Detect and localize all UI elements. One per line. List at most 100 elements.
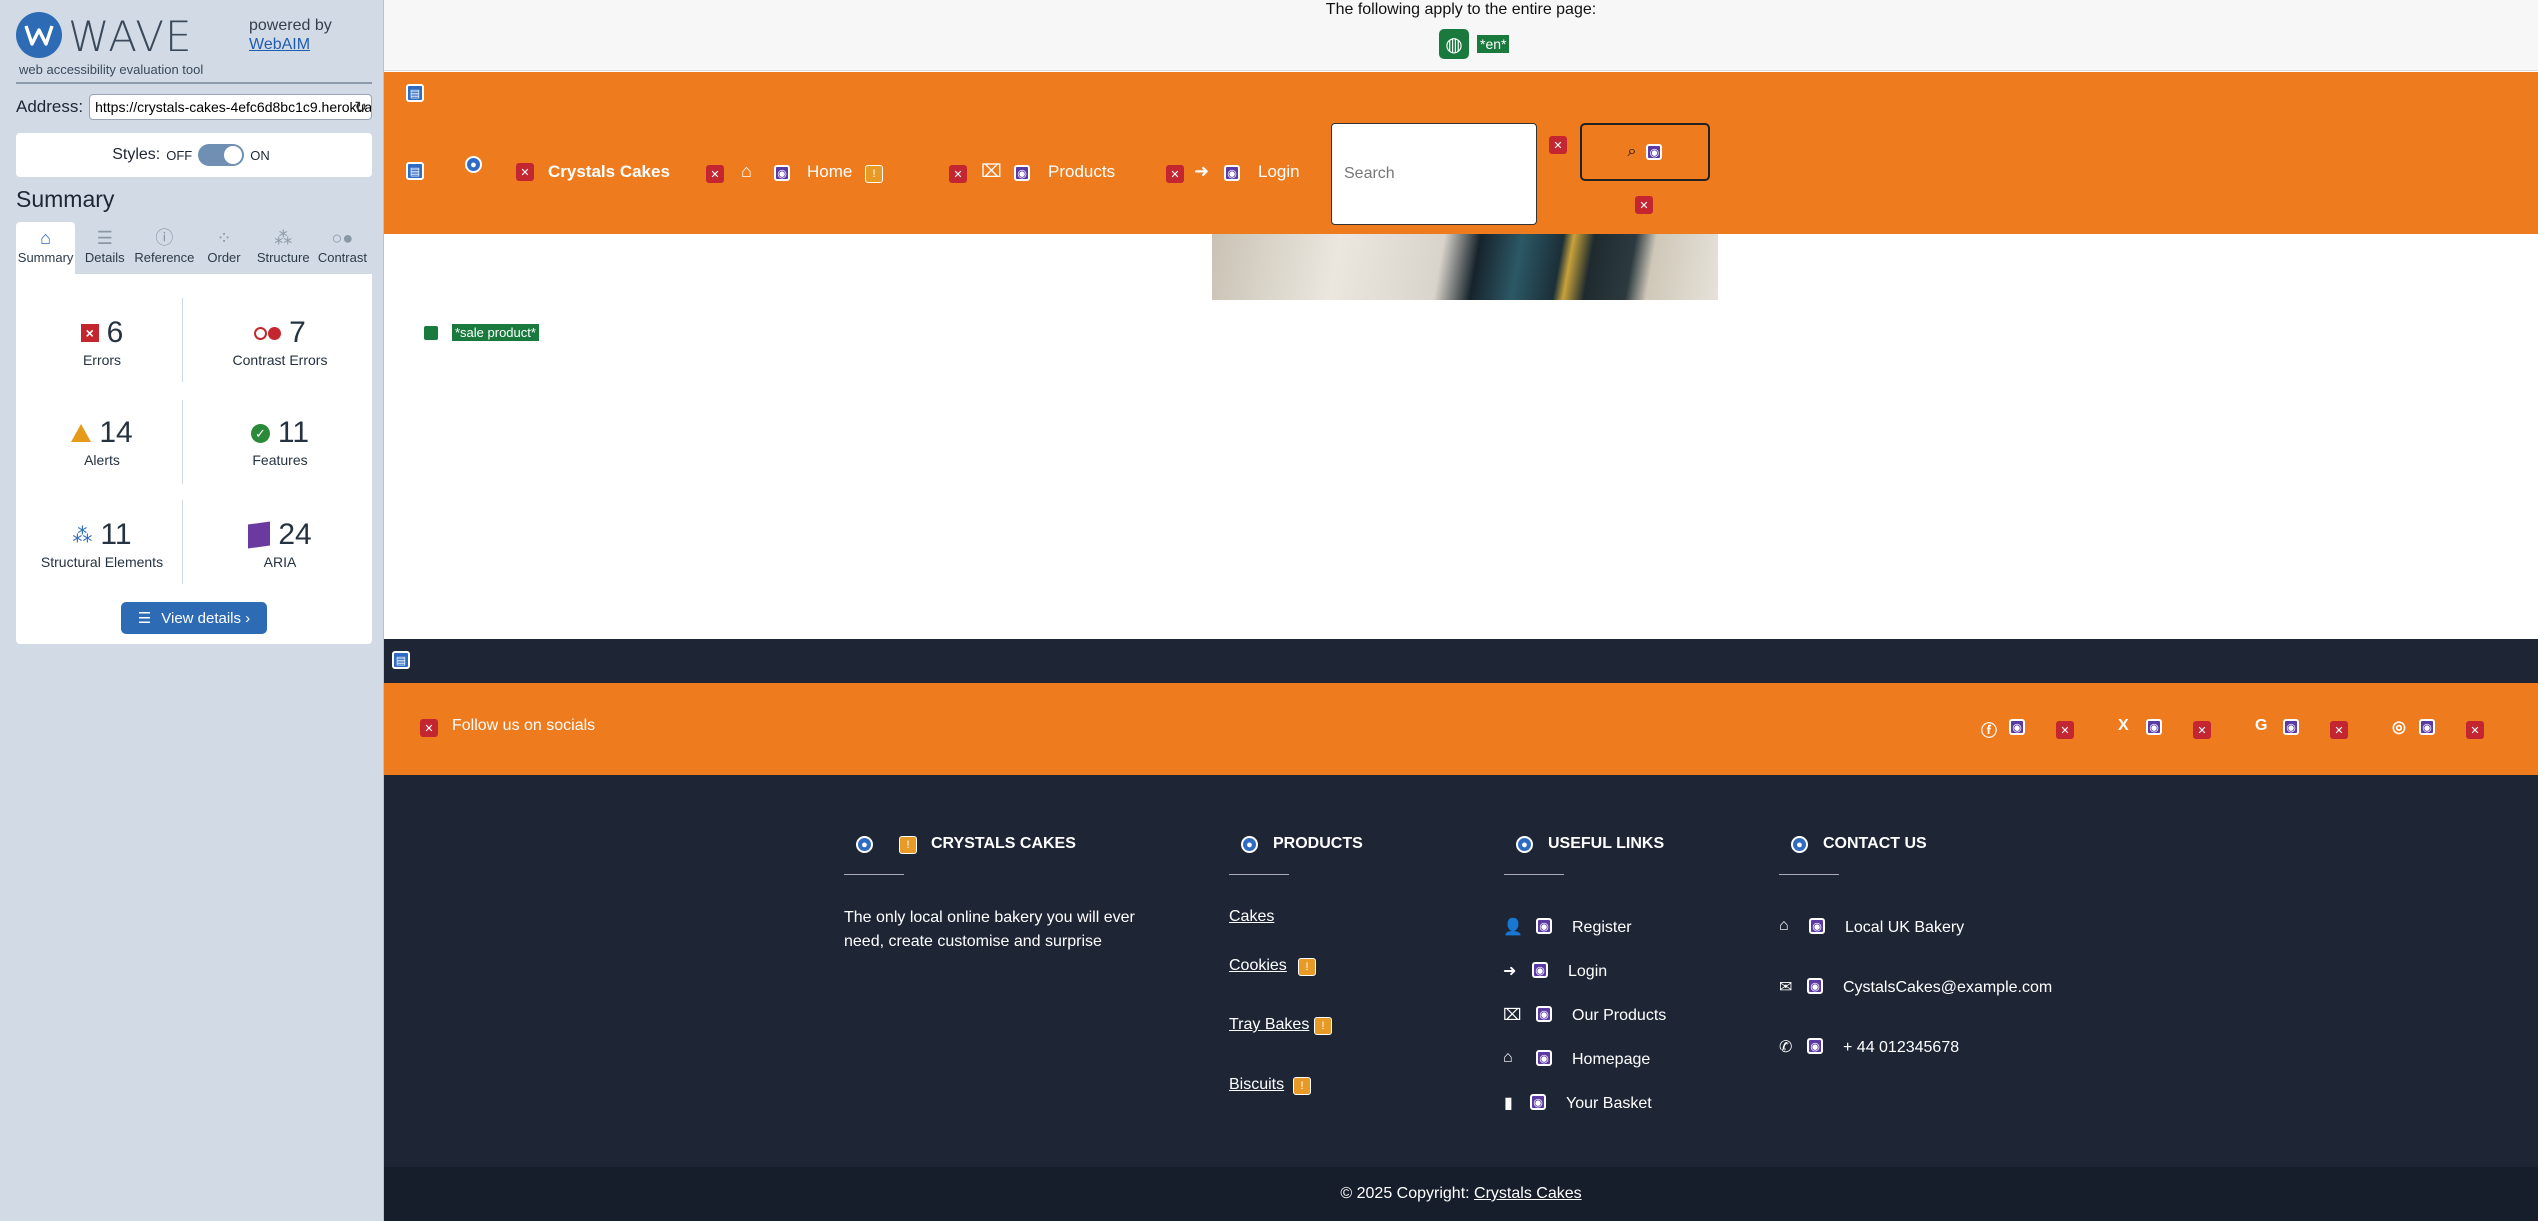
- col4-region-icon[interactable]: ●: [1791, 836, 1808, 853]
- tab-reference[interactable]: ⓘ Reference: [134, 222, 194, 274]
- search-aria-icon[interactable]: ◉: [1646, 144, 1663, 160]
- footer-link-homepage[interactable]: Homepage: [1572, 1048, 1650, 1072]
- facebook-error-icon[interactable]: ✕: [2056, 721, 2074, 739]
- contact-location: Local UK Bakery: [1845, 919, 1965, 936]
- summary-panel: × 6 Errors 7 Contrast Errors 14 Alerts ✓ 1…: [16, 274, 372, 644]
- language-tag: *en*: [1477, 35, 1510, 53]
- register-aria-icon[interactable]: ◉: [1536, 918, 1552, 934]
- login-aria-icon[interactable]: ◉: [1532, 962, 1548, 978]
- tray-bakes-alert-icon[interactable]: !: [1314, 1017, 1332, 1035]
- home-icon: ⌂: [741, 161, 752, 181]
- footer-link-our-products[interactable]: Our Products: [1572, 1004, 1666, 1028]
- contrast-error-icon: [254, 326, 282, 340]
- store-icon: ⌧: [1503, 1007, 1522, 1024]
- google-error-icon[interactable]: ✕: [2330, 721, 2348, 739]
- structural-count: 11: [100, 518, 132, 551]
- search-input[interactable]: Search: [1331, 123, 1537, 225]
- view-details-button[interactable]: ☰ View details ›: [121, 602, 267, 634]
- tab-order[interactable]: ⁘ Order: [194, 222, 253, 274]
- x-twitter-icon[interactable]: X: [2118, 717, 2129, 735]
- email-aria-icon[interactable]: ◉: [1807, 978, 1823, 994]
- col1-alert-icon[interactable]: !: [899, 836, 917, 854]
- tab-label: Details: [84, 250, 125, 265]
- col1-region-icon[interactable]: ●: [856, 836, 873, 853]
- sale-product-tag: *sale product*: [452, 324, 539, 341]
- products-error-icon[interactable]: ✕: [949, 165, 967, 183]
- brand-error-icon[interactable]: ✕: [516, 163, 534, 181]
- styles-toggle[interactable]: [198, 144, 245, 166]
- nav-region-icon[interactable]: ●: [465, 156, 482, 173]
- brand-link[interactable]: Crystals Cakes: [548, 162, 670, 182]
- search-button[interactable]: ⌕ ◉: [1580, 123, 1710, 181]
- cookies-alert-icon[interactable]: !: [1298, 958, 1316, 976]
- stat-errors[interactable]: × 6 Errors: [22, 316, 182, 368]
- stat-alerts[interactable]: 14 Alerts: [22, 416, 182, 468]
- search-error-icon[interactable]: ✕: [1549, 136, 1567, 154]
- biscuits-alert-icon[interactable]: !: [1293, 1077, 1311, 1095]
- tab-contrast[interactable]: ○● Contrast: [313, 222, 372, 274]
- address-label: Address:: [16, 97, 84, 116]
- instagram-error-icon[interactable]: ✕: [2466, 721, 2484, 739]
- sign-in-icon: ➜: [1503, 963, 1517, 980]
- structure-icon: ⁂: [72, 524, 93, 547]
- x-error-icon[interactable]: ✕: [2193, 721, 2211, 739]
- stat-structural[interactable]: ⁂ 11 Structural Elements: [22, 518, 182, 570]
- header-structure-icon[interactable]: ▤: [406, 84, 424, 102]
- contact-phone: + 44 012345678: [1843, 1039, 1960, 1056]
- stat-aria[interactable]: 24 ARIA: [200, 518, 360, 570]
- home-alert-icon[interactable]: !: [865, 165, 883, 183]
- login-aria-icon[interactable]: ◉: [1224, 165, 1240, 181]
- facebook-aria-icon[interactable]: ◉: [2009, 719, 2025, 735]
- instagram-aria-icon[interactable]: ◉: [2419, 719, 2435, 735]
- footer-link-cookies[interactable]: Cookies: [1229, 957, 1287, 975]
- address-input[interactable]: https://crystals-cakes-4efc6d8bc1c9.hero…: [89, 94, 372, 120]
- col2-region-icon[interactable]: ●: [1241, 836, 1258, 853]
- login-error-icon[interactable]: ✕: [1166, 165, 1184, 183]
- basket-aria-icon[interactable]: ◉: [1530, 1094, 1546, 1110]
- search-button-error-icon[interactable]: ✕: [1635, 196, 1653, 214]
- phone-aria-icon[interactable]: ◉: [1807, 1038, 1823, 1054]
- social-bar: ✕ Follow us on socials ⓕ ◉ ✕ X ◉ ✕ G ◉ ✕…: [384, 683, 2538, 775]
- footer-link-tray-bakes[interactable]: Tray Bakes: [1229, 1016, 1309, 1034]
- google-icon[interactable]: G: [2255, 717, 2267, 735]
- sale-product-icon[interactable]: [424, 326, 438, 340]
- homepage-aria-icon[interactable]: ◉: [1536, 1050, 1552, 1066]
- nav-home[interactable]: Home: [807, 162, 852, 182]
- footer-link-cakes[interactable]: Cakes: [1229, 908, 1274, 926]
- copyright-link[interactable]: Crystals Cakes: [1474, 1185, 1582, 1202]
- footer-link-register[interactable]: Register: [1572, 916, 1632, 940]
- nav-products[interactable]: Products: [1048, 162, 1115, 182]
- nav-structure-icon[interactable]: ▤: [406, 162, 424, 180]
- tab-summary[interactable]: ⌂ Summary: [16, 222, 76, 274]
- errors-count: 6: [106, 316, 124, 349]
- products-aria-icon[interactable]: ◉: [1014, 165, 1030, 181]
- home-error-icon[interactable]: ✕: [706, 165, 724, 183]
- footer-link-login[interactable]: Login: [1568, 960, 1607, 984]
- nav-login[interactable]: Login: [1258, 162, 1300, 182]
- footer-structure-icon[interactable]: ▤: [392, 651, 410, 669]
- location-aria-icon[interactable]: ◉: [1809, 918, 1825, 934]
- footer-link-basket[interactable]: Your Basket: [1566, 1092, 1652, 1116]
- envelope-icon: ✉: [1779, 979, 1793, 996]
- tab-details[interactable]: ☰ Details: [75, 222, 134, 274]
- instagram-icon[interactable]: ◎: [2392, 717, 2406, 737]
- webaim-link[interactable]: WebAIM: [249, 35, 332, 54]
- copyright-text: © 2025 Copyright:: [1340, 1185, 1475, 1202]
- our-products-aria-icon[interactable]: ◉: [1536, 1006, 1552, 1022]
- tab-structure[interactable]: ⁂ Structure: [254, 222, 313, 274]
- col3-region-icon[interactable]: ●: [1516, 836, 1533, 853]
- x-aria-icon[interactable]: ◉: [2146, 719, 2162, 735]
- footer-col3-title: USEFUL LINKS: [1548, 835, 1665, 852]
- facebook-icon[interactable]: ⓕ: [1981, 717, 1997, 741]
- contrast-icon: ○●: [331, 228, 354, 248]
- footer-link-biscuits[interactable]: Biscuits: [1229, 1076, 1284, 1094]
- stat-features[interactable]: ✓ 11 Features: [200, 416, 360, 468]
- home-aria-icon[interactable]: ◉: [774, 165, 790, 181]
- stat-contrast-errors[interactable]: 7 Contrast Errors: [200, 316, 360, 368]
- phone-icon: ✆: [1779, 1039, 1793, 1056]
- social-heading-error-icon[interactable]: ✕: [420, 719, 438, 737]
- reload-icon[interactable]: ↻: [354, 98, 367, 116]
- google-aria-icon[interactable]: ◉: [2283, 719, 2299, 735]
- structure-icon: ⁂: [274, 228, 293, 248]
- language-globe-icon[interactable]: ◍: [1439, 29, 1469, 59]
